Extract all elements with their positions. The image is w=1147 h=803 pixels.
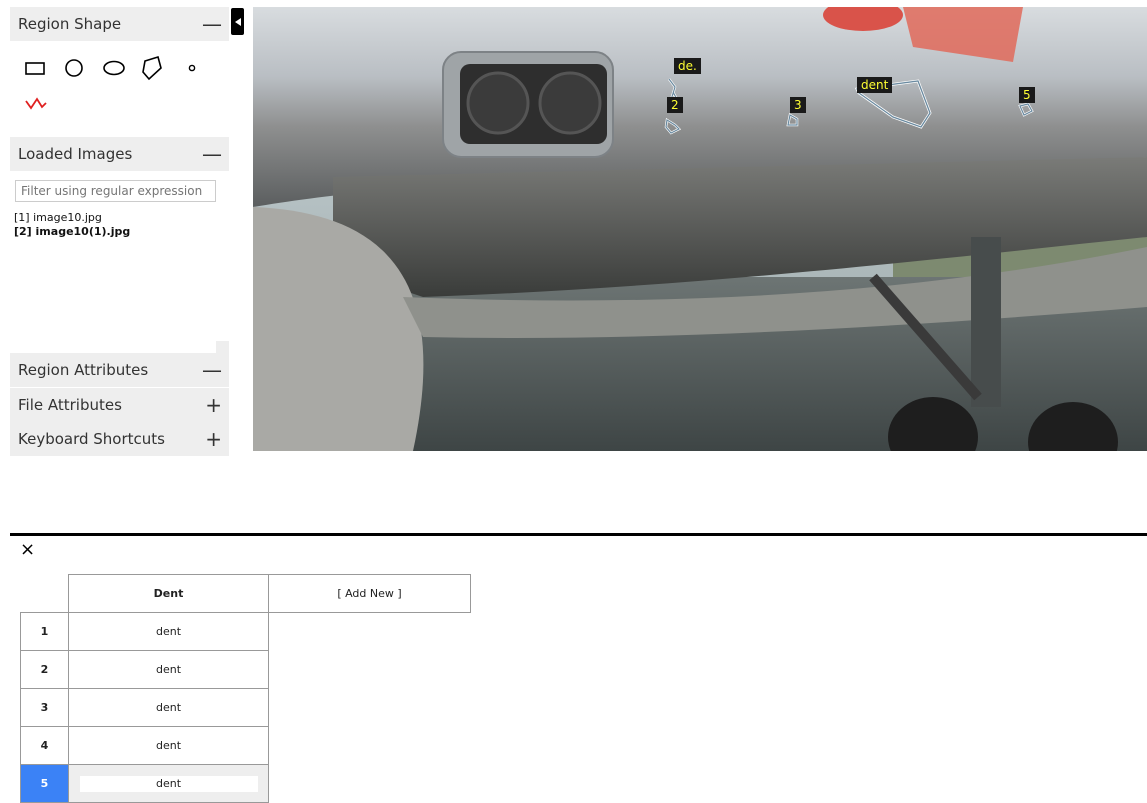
collapse-toggle[interactable]: —: [202, 144, 222, 164]
keyboard-shortcuts-title: Keyboard Shortcuts: [18, 430, 165, 448]
dent-value-cell[interactable]: dent: [68, 612, 269, 651]
circle-icon[interactable]: [63, 58, 85, 78]
polyline-icon[interactable]: [24, 96, 48, 110]
editor-divider: [10, 533, 1147, 536]
row-index[interactable]: 1: [20, 612, 69, 651]
table-row: 3 dent: [20, 688, 471, 727]
dent-value-cell[interactable]: dent: [68, 726, 269, 765]
sidebar-collapse-button[interactable]: [231, 8, 244, 35]
file-attributes-header[interactable]: File Attributes +: [10, 388, 229, 422]
region-attributes-title: Region Attributes: [18, 361, 149, 379]
region-label[interactable]: de.: [674, 58, 701, 74]
close-icon[interactable]: ×: [20, 540, 35, 560]
corner-cell: [20, 574, 69, 613]
region-shape-title: Region Shape: [18, 15, 122, 33]
chevron-left-icon: [234, 17, 241, 26]
polygon-icon[interactable]: [140, 55, 164, 81]
region-label[interactable]: 3: [790, 97, 806, 113]
keyboard-shortcuts-header[interactable]: Keyboard Shortcuts +: [10, 422, 229, 456]
add-new-attribute-button[interactable]: [ Add New ]: [268, 574, 471, 613]
region-attributes-header[interactable]: Region Attributes —: [10, 353, 229, 387]
point-icon[interactable]: [187, 63, 197, 73]
region-shape-tools: [10, 41, 229, 141]
collapse-toggle[interactable]: —: [202, 14, 222, 34]
region-label[interactable]: 5: [1019, 87, 1035, 103]
region-attribute-table: Dent [ Add New ] 1 dent 2 dent 3 dent 4 …: [20, 574, 471, 803]
image-list-item[interactable]: [1] image10.jpg: [14, 211, 102, 224]
image-list-item-active[interactable]: [2] image10(1).jpg: [14, 225, 130, 238]
row-index[interactable]: 3: [20, 688, 69, 727]
region-label[interactable]: dent: [857, 77, 893, 93]
image-filter-input[interactable]: [15, 180, 216, 202]
file-attributes-title: File Attributes: [18, 396, 122, 414]
expand-toggle[interactable]: +: [205, 395, 222, 415]
row-index[interactable]: 2: [20, 650, 69, 689]
dent-value-cell[interactable]: dent: [68, 650, 269, 689]
ellipse-icon[interactable]: [102, 60, 126, 76]
scrollbar[interactable]: [216, 341, 229, 353]
loaded-images-header[interactable]: Loaded Images —: [10, 137, 229, 171]
table-row: 1 dent: [20, 612, 471, 651]
row-index[interactable]: 4: [20, 726, 69, 765]
dent-value-cell[interactable]: dent: [68, 688, 269, 727]
row-index[interactable]: 5: [20, 764, 69, 803]
dent-value-cell[interactable]: dent: [68, 764, 269, 803]
region-label[interactable]: 2: [667, 97, 683, 113]
collapse-toggle[interactable]: —: [202, 360, 222, 380]
rectangle-icon[interactable]: [24, 60, 46, 76]
image-canvas[interactable]: de. 2 3 dent 5: [253, 7, 1147, 451]
expand-toggle[interactable]: +: [205, 429, 222, 449]
table-row: 2 dent: [20, 650, 471, 689]
dent-value-input[interactable]: dent: [79, 775, 258, 792]
table-row: 4 dent: [20, 726, 471, 765]
loaded-images-title: Loaded Images: [18, 145, 133, 163]
table-row-selected: 5 dent: [20, 764, 471, 803]
column-header-dent: Dent: [68, 574, 269, 613]
region-shape-header[interactable]: Region Shape —: [10, 7, 229, 41]
